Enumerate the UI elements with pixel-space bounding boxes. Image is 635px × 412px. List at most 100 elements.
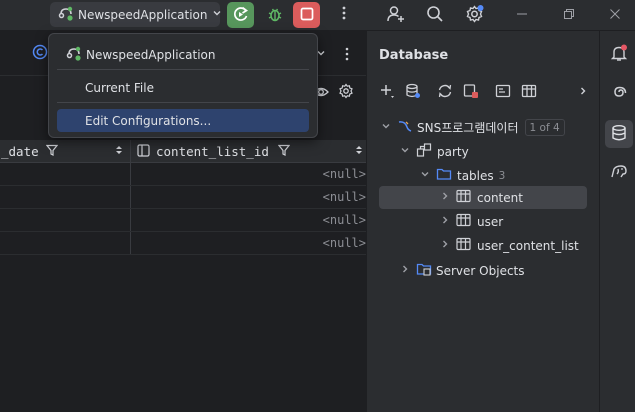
- more-actions-button[interactable]: [330, 2, 357, 28]
- restore-icon: [564, 8, 574, 23]
- table-icon: [521, 83, 537, 102]
- stop-button[interactable]: [293, 2, 320, 28]
- cell-content-list-id[interactable]: <null>: [323, 167, 366, 181]
- run-config-icon: [58, 5, 74, 24]
- datasource-label: SNS프로그램데이터: [417, 121, 519, 135]
- chevron-right-icon[interactable]: [438, 215, 452, 228]
- table-label: user: [477, 214, 504, 229]
- server-objects-label: Server Objects: [436, 263, 525, 278]
- table-row[interactable]: <null>: [0, 209, 366, 232]
- search-button[interactable]: [421, 2, 448, 28]
- chevron-down-icon: [212, 8, 222, 21]
- filter-icon[interactable]: [45, 144, 58, 159]
- tree-tables-folder[interactable]: tables 3: [418, 164, 505, 187]
- table-view-button[interactable]: [519, 81, 539, 103]
- table-row[interactable]: <null>: [0, 163, 366, 186]
- tree-server-objects[interactable]: Server Objects: [398, 259, 525, 282]
- minimize-icon: [517, 8, 527, 23]
- chevron-right-icon[interactable]: [438, 239, 452, 252]
- sort-icon[interactable]: [115, 144, 123, 159]
- search-icon: [426, 5, 444, 26]
- result-grid: _date content_list_id <null> <null> <nul…: [0, 140, 366, 412]
- tree-table-user[interactable]: user: [438, 210, 503, 233]
- chevron-down-icon[interactable]: [379, 121, 393, 134]
- run-config-icon: [66, 45, 82, 64]
- table-row[interactable]: <null>: [0, 186, 366, 209]
- more-icon: [341, 5, 347, 25]
- filter-icon[interactable]: [277, 144, 291, 159]
- editor-more-icon[interactable]: [344, 46, 350, 65]
- column-icon: [137, 143, 150, 160]
- refresh-button[interactable]: [435, 81, 455, 103]
- popup-item-label: NewspeedApplication: [86, 47, 216, 62]
- cell-content-list-id[interactable]: <null>: [323, 213, 366, 227]
- big-data-tools-button[interactable]: [605, 159, 633, 187]
- notifications-button[interactable]: [605, 40, 633, 68]
- sort-icon[interactable]: [355, 144, 363, 159]
- mysql-icon: [397, 118, 413, 137]
- chevron-right-icon[interactable]: [438, 191, 452, 204]
- column-header-date[interactable]: _date: [0, 140, 130, 163]
- add-icon: [379, 83, 395, 102]
- table-icon: [456, 213, 471, 230]
- database-icon: [611, 124, 627, 145]
- chevron-down-icon[interactable]: [398, 145, 412, 158]
- spiral-icon: [610, 83, 628, 104]
- column-header-content-list-id[interactable]: content_list_id: [131, 140, 366, 163]
- sql-console-button[interactable]: [493, 81, 513, 103]
- disconnect-button[interactable]: [461, 81, 481, 103]
- folder-icon: [436, 166, 452, 185]
- tree-datasource[interactable]: SNS프로그램데이터 1 of 4: [379, 116, 565, 139]
- add-user-button[interactable]: [382, 2, 409, 28]
- settings-button[interactable]: [461, 2, 488, 28]
- cell-content-list-id[interactable]: <null>: [323, 190, 366, 204]
- chevron-right-icon: [578, 85, 588, 99]
- chevron-right-icon[interactable]: [398, 264, 412, 277]
- rerun-icon: [232, 5, 250, 26]
- minimize-button[interactable]: [510, 4, 534, 26]
- disconnect-icon: [463, 83, 479, 102]
- grid-settings-icon[interactable]: [338, 83, 354, 102]
- datasource-properties-icon: [405, 83, 421, 102]
- tables-count: 3: [498, 169, 506, 182]
- main-toolbar: NewspeedApplication: [0, 0, 635, 30]
- settings-icon: [465, 4, 485, 27]
- table-row[interactable]: <null>: [0, 232, 366, 255]
- bell-icon: [610, 44, 628, 65]
- chevron-down-icon[interactable]: [418, 169, 432, 182]
- close-window-button[interactable]: [603, 4, 627, 26]
- tree-schema-party[interactable]: party: [398, 140, 469, 163]
- debug-button[interactable]: [261, 2, 288, 28]
- console-icon: [495, 83, 511, 102]
- cell-content-list-id[interactable]: <null>: [323, 236, 366, 250]
- column-header-label: _date: [1, 144, 39, 159]
- database-toolbar: [377, 81, 592, 103]
- ai-assistant-button[interactable]: [605, 79, 633, 107]
- datasource-pager[interactable]: 1 of 4: [524, 119, 565, 136]
- add-user-icon: [386, 4, 406, 27]
- popup-item-label: Current File: [85, 80, 154, 95]
- run-config-selector[interactable]: NewspeedApplication: [50, 2, 222, 27]
- schema-label: party: [437, 144, 469, 159]
- close-icon: [610, 8, 620, 23]
- datasource-properties-button[interactable]: [403, 81, 423, 103]
- table-label: user_content_list: [477, 238, 579, 253]
- right-tool-strip: [599, 31, 635, 412]
- expand-toolbar-button[interactable]: [573, 81, 593, 103]
- refresh-icon: [437, 83, 453, 102]
- add-button[interactable]: [377, 81, 397, 103]
- rerun-button[interactable]: [227, 2, 254, 28]
- popup-item-label: Edit Configurations...: [85, 113, 212, 128]
- schema-icon: [416, 142, 432, 161]
- database-tool-button[interactable]: [605, 120, 633, 148]
- popup-item-newspeed-application[interactable]: NewspeedApplication: [57, 43, 309, 66]
- tree-table-user-content-list[interactable]: user_content_list: [438, 234, 579, 257]
- grid-header: _date content_list_id: [0, 140, 366, 163]
- stop-icon: [299, 6, 315, 25]
- restore-button[interactable]: [557, 4, 581, 26]
- tree-table-content[interactable]: content: [438, 186, 523, 209]
- popup-item-edit-configurations[interactable]: Edit Configurations...: [57, 109, 309, 132]
- panel-title: Database: [379, 48, 449, 63]
- popup-item-current-file[interactable]: Current File: [57, 76, 309, 99]
- popup-separator: [57, 102, 309, 103]
